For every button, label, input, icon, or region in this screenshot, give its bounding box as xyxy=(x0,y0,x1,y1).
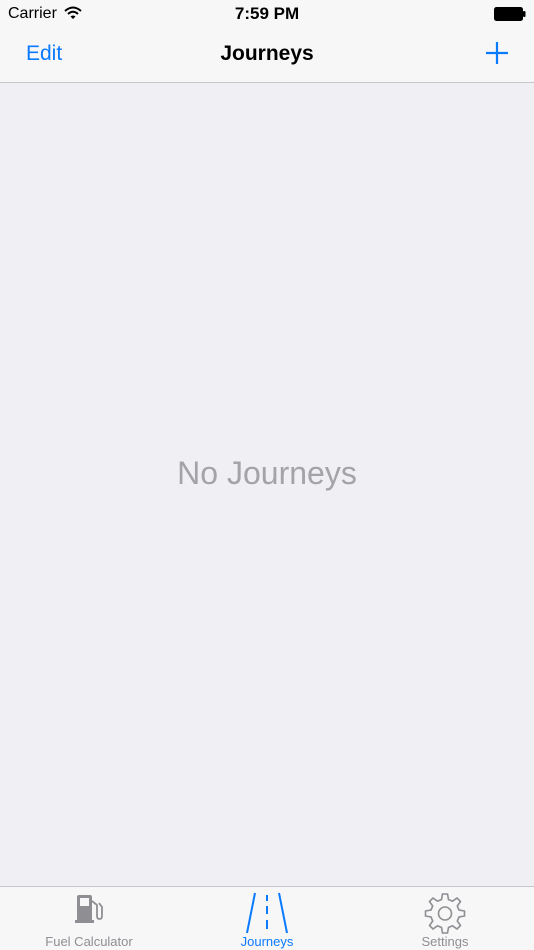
gear-icon xyxy=(424,893,466,934)
status-time: 7:59 PM xyxy=(234,4,300,23)
tab-settings[interactable]: Settings xyxy=(356,887,534,950)
tab-journeys[interactable]: Journeys xyxy=(178,887,356,950)
road-icon xyxy=(246,892,288,933)
navigation-bar: Edit Journeys xyxy=(0,28,534,83)
journeys-list[interactable]: No Journeys xyxy=(0,83,534,886)
plus-icon[interactable] xyxy=(484,40,510,66)
status-bar: Carrier 7:59 PM xyxy=(0,0,534,28)
page-title: Journeys xyxy=(220,42,314,65)
fuel-pump-icon xyxy=(75,895,103,923)
tab-bar: Fuel Calculator Journeys Settings xyxy=(0,886,534,950)
tab-fuel-calculator[interactable]: Fuel Calculator xyxy=(0,887,178,950)
battery-icon xyxy=(494,7,526,21)
tab-label-fuel-calculator: Fuel Calculator xyxy=(45,934,133,949)
tab-label-journeys: Journeys xyxy=(240,934,294,949)
journeys-screen: Carrier 7:59 PM Edit Journeys No Journey… xyxy=(0,0,534,950)
empty-state-label: No Journeys xyxy=(177,455,357,491)
tab-label-settings: Settings xyxy=(421,934,469,949)
